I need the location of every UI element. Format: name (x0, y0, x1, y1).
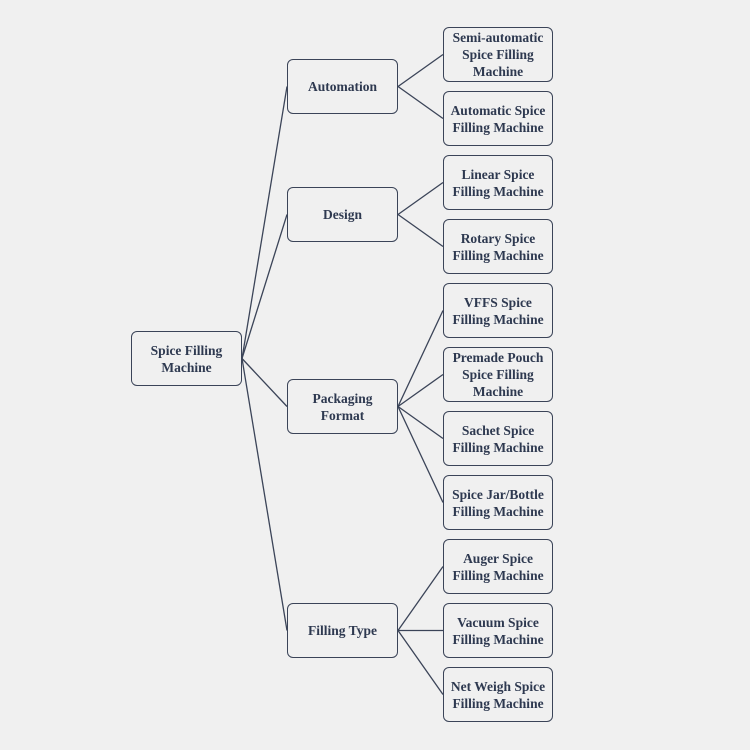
connector-category-filling-type-leaf-net-weigh (397, 630, 444, 695)
leaf-sachet: Sachet Spice Filling Machine (443, 411, 553, 466)
leaf-premade-pouch: Premade Pouch Spice Filling Machine (443, 347, 553, 402)
connector-category-design-leaf-linear (397, 181, 444, 216)
leaf-vacuum: Vacuum Spice Filling Machine (443, 603, 553, 658)
category-packaging-format: Packaging Format (287, 379, 398, 434)
connector-root-category-design (241, 214, 288, 359)
connector-category-packaging-format-leaf-vffs (397, 310, 444, 407)
connector-category-packaging-format-leaf-jar-bottle (397, 406, 444, 503)
connector-root-category-automation (241, 86, 288, 359)
connector-category-packaging-format-leaf-premade-pouch (397, 373, 444, 408)
leaf-semi-automatic: Semi-automatic Spice Filling Machine (443, 27, 553, 82)
leaf-linear: Linear Spice Filling Machine (443, 155, 553, 210)
leaf-rotary: Rotary Spice Filling Machine (443, 219, 553, 274)
leaf-net-weigh: Net Weigh Spice Filling Machine (443, 667, 553, 722)
connector-category-filling-type-leaf-auger (397, 566, 444, 631)
leaf-automatic: Automatic Spice Filling Machine (443, 91, 553, 146)
root-node: Spice Filling Machine (131, 331, 242, 386)
leaf-jar-bottle: Spice Jar/Bottle Filling Machine (443, 475, 553, 530)
category-automation: Automation (287, 59, 398, 114)
category-design: Design (287, 187, 398, 242)
leaf-vffs: VFFS Spice Filling Machine (443, 283, 553, 338)
leaf-auger: Auger Spice Filling Machine (443, 539, 553, 594)
connector-category-design-leaf-rotary (397, 213, 444, 248)
connector-category-automation-leaf-semi-automatic (397, 53, 444, 88)
connector-category-automation-leaf-automatic (397, 85, 444, 120)
category-filling-type: Filling Type (287, 603, 398, 658)
connector-category-packaging-format-leaf-sachet (397, 405, 444, 440)
